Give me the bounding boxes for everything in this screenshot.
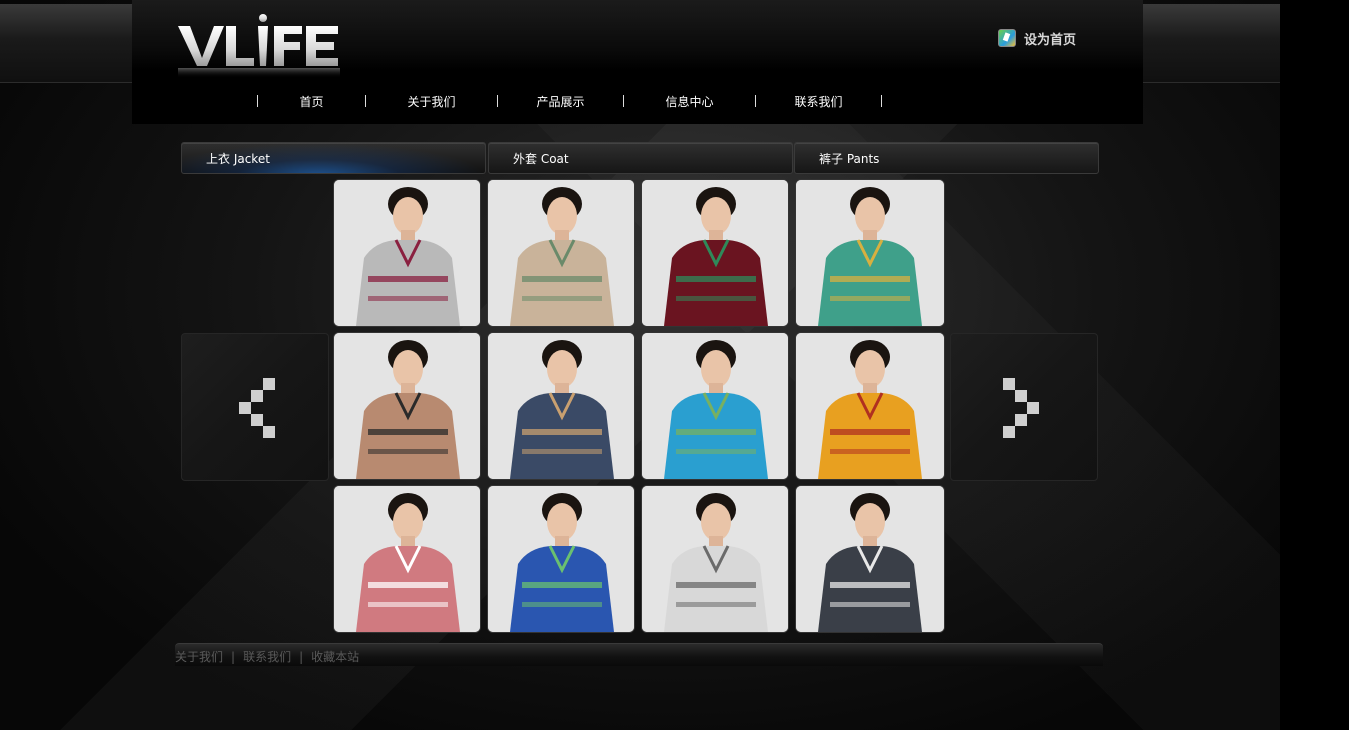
next-button[interactable] (950, 333, 1098, 481)
product-thumbnail[interactable] (796, 180, 944, 326)
footer-link-about[interactable]: 关于我们 (175, 648, 223, 665)
tab-label: 外套 Coat (513, 152, 569, 166)
product-thumbnail[interactable] (796, 333, 944, 479)
set-homepage-link[interactable]: 设为首页 (998, 28, 1076, 48)
nav-item-products[interactable]: 产品展示 (498, 93, 623, 110)
product-thumbnail[interactable] (642, 486, 788, 632)
tab-coat[interactable]: 外套 Coat (488, 142, 793, 174)
nav-item-contact[interactable]: 联系我们 (756, 93, 881, 110)
product-thumbnail[interactable] (334, 486, 480, 632)
footer-links: 关于我们 | 联系我们 | 收藏本站 (175, 648, 359, 665)
product-photo (334, 333, 480, 479)
product-thumbnail[interactable] (334, 333, 480, 479)
set-homepage-label: 设为首页 (1024, 32, 1077, 48)
product-photo (334, 180, 480, 326)
header: 设为首页 首页 关于我们 产品展示 信息中心 联系我们 (132, 0, 1143, 124)
tab-jacket[interactable]: 上衣 Jacket (181, 142, 486, 174)
product-photo (642, 333, 788, 479)
tab-pants[interactable]: 裤子 Pants (794, 142, 1099, 174)
product-thumbnail[interactable] (642, 180, 788, 326)
nav-separator (881, 95, 882, 107)
product-thumbnail[interactable] (488, 180, 634, 326)
product-photo (796, 486, 944, 632)
footer-link-bookmark[interactable]: 收藏本站 (311, 648, 359, 665)
product-photo (642, 486, 788, 632)
tab-label: 裤子 Pants (819, 152, 880, 166)
product-photo (488, 486, 634, 632)
product-photo (796, 180, 944, 326)
product-thumbnail[interactable] (488, 486, 634, 632)
product-photo (642, 180, 788, 326)
tab-label: 上衣 Jacket (206, 152, 270, 166)
site-logo[interactable] (178, 14, 348, 80)
product-thumbnail[interactable] (796, 486, 944, 632)
nav-item-about[interactable]: 关于我们 (366, 93, 497, 110)
product-photo (488, 333, 634, 479)
footer-separator: | (299, 649, 304, 664)
prev-button[interactable] (181, 333, 329, 481)
nav-item-news[interactable]: 信息中心 (624, 93, 755, 110)
product-gallery (334, 180, 944, 634)
footer-separator: | (231, 649, 236, 664)
product-thumbnail[interactable] (642, 333, 788, 479)
nav-item-home[interactable]: 首页 (258, 93, 365, 110)
homepage-icon (998, 29, 1016, 47)
footer-link-contact[interactable]: 联系我们 (243, 648, 291, 665)
product-thumbnail[interactable] (488, 333, 634, 479)
product-photo (488, 180, 634, 326)
product-photo (796, 333, 944, 479)
product-thumbnail[interactable] (334, 180, 480, 326)
main-nav: 首页 关于我们 产品展示 信息中心 联系我们 (257, 92, 882, 110)
right-edge (1280, 0, 1349, 730)
product-photo (334, 486, 480, 632)
